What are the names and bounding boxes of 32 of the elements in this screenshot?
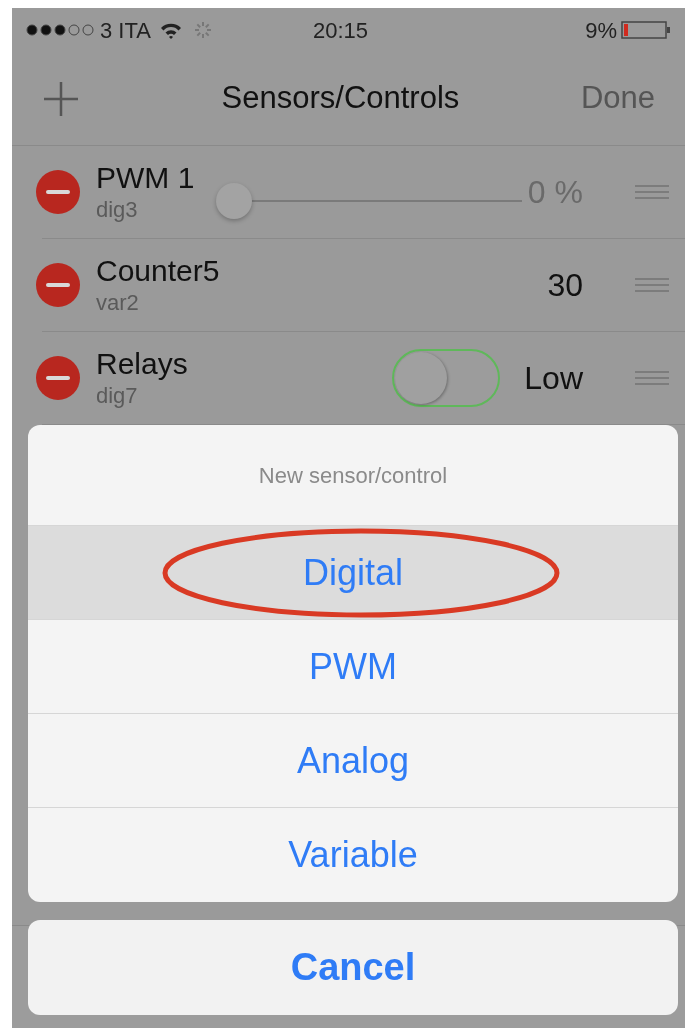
delete-icon[interactable] — [36, 356, 80, 400]
slider-thumb[interactable] — [216, 183, 252, 219]
delete-icon[interactable] — [36, 263, 80, 307]
reorder-icon[interactable] — [635, 370, 669, 386]
reorder-icon[interactable] — [635, 277, 669, 293]
row-pin: dig7 — [96, 382, 138, 410]
row-title: Counter5 — [96, 253, 220, 289]
sheet-title: New sensor/control — [258, 461, 448, 490]
row-pin: dig3 — [96, 196, 138, 224]
done-button[interactable]: Done — [580, 75, 655, 122]
add-icon[interactable] — [42, 79, 80, 118]
row-reading: 30 — [547, 266, 583, 305]
delete-icon[interactable] — [36, 170, 80, 214]
status-time: 20:15 — [312, 16, 368, 45]
sheet-option[interactable]: Variable — [28, 808, 678, 902]
slider-track[interactable] — [216, 183, 522, 219]
signal-icon — [26, 24, 96, 36]
row-pin: var2 — [96, 289, 139, 317]
sheet-option[interactable]: Digital — [28, 526, 678, 620]
carrier-label: 3 ITA — [100, 16, 151, 45]
toggle-switch[interactable] — [392, 349, 501, 407]
reorder-icon[interactable] — [635, 184, 669, 200]
nav-title: Sensors/Controls — [220, 79, 461, 118]
sheet-option[interactable]: PWM — [28, 620, 678, 714]
row-reading: Low — [524, 359, 583, 398]
activity-icon — [192, 20, 213, 40]
cancel-button[interactable]: Cancel — [28, 920, 678, 1015]
battery-percent: 9% — [585, 16, 617, 45]
battery-icon — [621, 20, 671, 40]
sheet-option[interactable]: Analog — [28, 714, 678, 808]
row-title: Relays — [96, 346, 188, 382]
row-title: PWM 1 — [96, 160, 195, 196]
